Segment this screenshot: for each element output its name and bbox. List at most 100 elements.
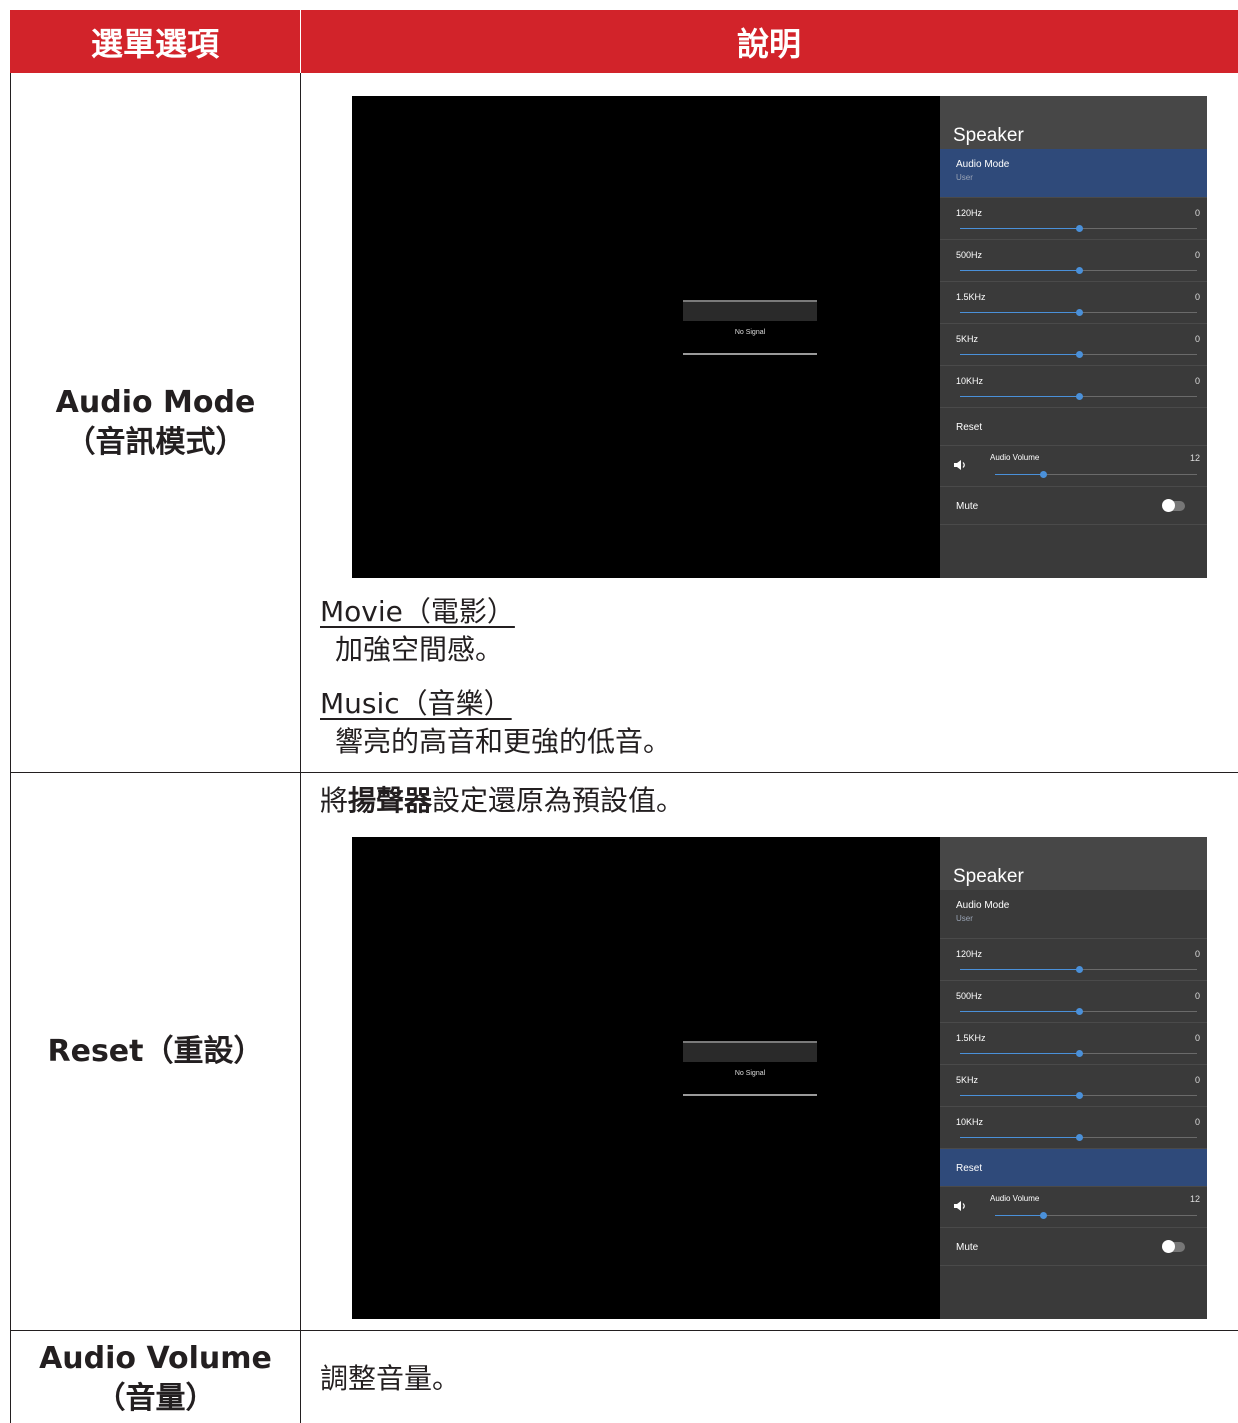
column-divider [300,773,301,1331]
band-value: 0 [1194,1117,1200,1127]
band-slider-knob[interactable] [1075,267,1083,274]
band-label: 10KHz [956,1117,984,1127]
menu-item-band[interactable]: 1.5KHz 0 [940,282,1207,324]
label-line: Audio Volume [39,1341,272,1376]
menu-item-band[interactable]: 500Hz 0 [940,981,1207,1023]
band-value: 0 [1194,376,1200,386]
band-slider[interactable] [960,393,1197,400]
volume-slider-knob[interactable] [1040,471,1048,478]
band-slider[interactable] [960,267,1197,274]
label-line: Audio Mode [55,385,256,420]
music-desc: 響亮的高音和更強的低音。 [335,725,672,758]
speaker-panel: Speaker Audio Mode User 120Hz 0 500Hz 0 1.5K… [940,96,1207,578]
menu-item-mute[interactable]: Mute [940,487,1207,525]
menu-item-band[interactable]: 5KHz 0 [940,1065,1207,1107]
volume-label: Audio Volume [990,1194,1040,1203]
no-signal-divider [683,1094,817,1096]
band-slider-fill [960,1053,1079,1054]
volume-value: 12 [1189,1194,1200,1204]
mute-toggle-knob [1162,1240,1175,1253]
mute-label: Mute [956,1242,979,1253]
no-signal-text: No Signal [734,1070,766,1077]
header-menu-option: 選單選項 [90,24,219,63]
band-value: 0 [1194,1075,1200,1085]
osd-screenshot-reset: No Signal Speaker Audio Mode User 120Hz 0… [352,837,1207,1319]
band-slider[interactable] [960,1050,1197,1057]
speaker-icon [954,460,965,470]
audio-mode-label: Audio Mode [956,159,1010,170]
volume-slider[interactable] [995,1212,1197,1219]
band-value: 0 [1194,334,1200,344]
menu-item-band[interactable]: 120Hz 0 [940,939,1207,981]
table-row-audio-mode: Audio Mode （音訊模式） No Signal Speaker Audi… [10,73,1238,773]
speaker-icon [954,1201,965,1211]
menu-item-audio-mode[interactable]: Audio Mode User [940,149,1207,198]
mute-toggle[interactable] [1162,499,1185,512]
panel-title: Speaker [940,837,1207,890]
table-row-reset: Reset（重設） 將揚聲器設定還原為預設值。 No Signal Speake… [10,773,1238,1331]
volume-slider-knob[interactable] [1040,1212,1048,1219]
movie-title: Movie（電影） [320,595,515,628]
menu-item-band[interactable]: 500Hz 0 [940,240,1207,282]
band-slider-knob[interactable] [1075,1134,1083,1141]
reset-desc-pre: 將 [320,784,349,817]
band-label: 500Hz [956,991,983,1001]
reset-label: Reset [956,422,983,433]
band-slider-knob[interactable] [1075,309,1083,316]
band-slider-fill [960,1137,1079,1138]
band-slider[interactable] [960,1134,1197,1141]
menu-item-reset[interactable]: Reset [940,1149,1207,1187]
audio-mode-value: User [956,914,973,923]
menu-item-band[interactable]: 5KHz 0 [940,324,1207,366]
band-slider-fill [960,270,1079,271]
row-label-reset: Reset（重設） [11,773,300,1331]
band-label: 5KHz [956,334,979,344]
band-slider[interactable] [960,1008,1197,1015]
menu-item-audio-volume[interactable]: Audio Volume 12 [940,1187,1207,1228]
menu-item-audio-volume[interactable]: Audio Volume 12 [940,446,1207,487]
band-slider[interactable] [960,1092,1197,1099]
row-label-audio-volume: Audio Volume （音量） [11,1339,300,1423]
table-header: 選單選項 說明 [10,10,1238,73]
band-slider-knob[interactable] [1075,351,1083,358]
band-label: 500Hz [956,250,983,260]
reset-label: Reset [956,1163,983,1174]
band-slider[interactable] [960,966,1197,973]
menu-item-audio-mode[interactable]: Audio Mode User [940,890,1207,939]
band-slider-knob[interactable] [1075,1050,1083,1057]
no-signal-text: No Signal [734,329,766,336]
band-value: 0 [1194,991,1200,1001]
band-slider-fill [960,1011,1079,1012]
band-label: 120Hz [956,208,983,218]
label-line: （音量） [95,1381,216,1416]
menu-item-mute[interactable]: Mute [940,1228,1207,1266]
mute-label: Mute [956,501,979,512]
reset-desc-post: 設定還原為預設值。 [432,784,685,817]
menu-item-band[interactable]: 1.5KHz 0 [940,1023,1207,1065]
band-slider-knob[interactable] [1075,966,1083,973]
menu-item-band[interactable]: 120Hz 0 [940,198,1207,240]
band-slider[interactable] [960,351,1197,358]
band-slider[interactable] [960,309,1197,316]
band-slider-knob[interactable] [1075,225,1083,232]
audio-mode-label: Audio Mode [956,900,1010,911]
column-divider [300,1331,301,1423]
menu-item-reset[interactable]: Reset [940,408,1207,446]
volume-slider[interactable] [995,471,1197,478]
menu-item-band[interactable]: 10KHz 0 [940,366,1207,408]
mute-toggle[interactable] [1162,1240,1185,1253]
no-signal-divider [683,353,817,355]
reset-desc: 將揚聲器設定還原為預設值。 [320,783,684,819]
row-label-audio-mode: Audio Mode （音訊模式） [11,73,300,773]
column-divider [300,73,301,773]
band-slider-knob[interactable] [1075,1092,1083,1099]
band-label: 10KHz [956,376,984,386]
band-slider-fill [960,354,1079,355]
menu-item-band[interactable]: 10KHz 0 [940,1107,1207,1149]
band-slider[interactable] [960,225,1197,232]
band-slider-knob[interactable] [1075,1008,1083,1015]
speaker-panel: Speaker Audio Mode User 120Hz 0 500Hz 0 1.5K… [940,837,1207,1319]
band-value: 0 [1194,949,1200,959]
band-slider-knob[interactable] [1075,393,1083,400]
band-label: 1.5KHz [956,292,986,302]
